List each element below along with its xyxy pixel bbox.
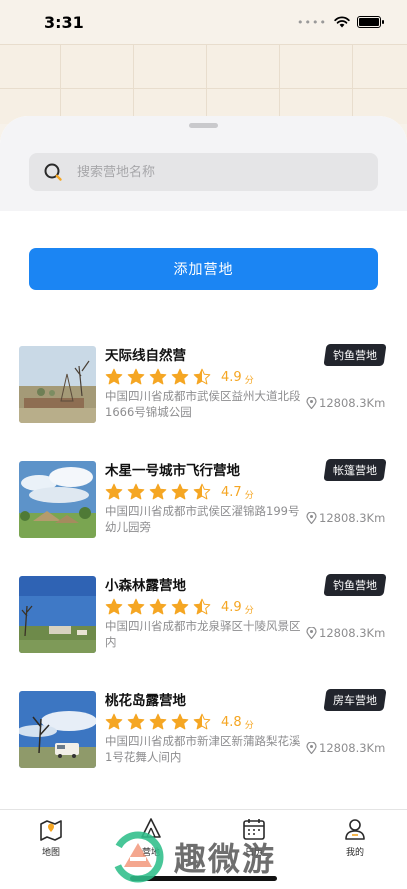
add-camp-button[interactable]: 添加营地 (29, 248, 378, 290)
rating-unit: 分 (244, 490, 254, 501)
watermark-text: 趣微游 (174, 840, 277, 878)
camp-item[interactable]: 木星一号城市飞行营地 帐篷营地 4.7 分 中国四川省成都市武侯区濯锦路199号… (0, 456, 407, 551)
star-icon (193, 713, 211, 730)
map-background[interactable] (0, 44, 407, 124)
camp-address: 中国四川省成都市武侯区濯锦路199号幼儿园旁 (105, 504, 300, 534)
star-icon (149, 598, 167, 615)
location-pin-icon (306, 397, 317, 409)
star-icon (105, 598, 123, 615)
status-icons: •••• (297, 15, 384, 29)
camp-type-tag-label: 钓鱼营地 (333, 349, 377, 362)
camp-name: 木星一号城市飞行营地 (105, 463, 240, 479)
camp-type-tag-label: 钓鱼营地 (333, 579, 377, 592)
watermark: 趣微游 (110, 829, 276, 885)
wifi-icon (334, 16, 350, 28)
signal-dots-icon: •••• (297, 15, 327, 29)
map-icon (40, 820, 62, 841)
star-icon (127, 598, 145, 615)
location-pin-icon (306, 627, 317, 639)
watermark-logo-icon (112, 831, 164, 883)
camp-distance-value: 12808.3Km (319, 741, 386, 755)
star-icon (127, 368, 145, 385)
bottom-sheet: 添加营地 天际线自然营 钓鱼营地 4.9 分 (0, 116, 407, 809)
star-icon (149, 713, 167, 730)
rating-row: 4.9 分 (105, 368, 254, 386)
star-icon (127, 483, 145, 500)
camp-name: 小森林露营地 (105, 578, 186, 594)
rating-unit: 分 (244, 605, 254, 616)
rating-row: 4.9 分 (105, 598, 254, 616)
camp-distance: 12808.3Km (306, 741, 385, 755)
camp-thumbnail (19, 576, 96, 653)
tab-profile[interactable]: 我的 (330, 816, 380, 858)
camp-address: 中国四川省成都市武侯区益州大道北段1666号锦城公园 (105, 389, 301, 419)
star-icon (105, 713, 123, 730)
location-pin-icon (306, 512, 317, 524)
camp-distance: 12808.3Km (306, 511, 385, 525)
star-icon (193, 368, 211, 385)
camp-type-tag: 钓鱼营地 (323, 344, 387, 366)
camp-item[interactable]: 天际线自然营 钓鱼营地 4.9 分 中国四川省成都市武侯区益州大道北段1666号… (0, 341, 407, 436)
rating-score: 4.7 (221, 484, 242, 500)
star-rating (105, 598, 211, 616)
status-time: 3:31 (44, 12, 84, 32)
camp-distance-value: 12808.3Km (319, 626, 386, 640)
star-icon (171, 598, 189, 615)
profile-icon (345, 819, 365, 840)
tab-label: 我的 (345, 848, 364, 858)
location-pin-icon (306, 742, 317, 754)
rating-score: 4.9 (221, 599, 242, 615)
camp-distance-value: 12808.3Km (319, 396, 386, 410)
camp-thumbnail (19, 346, 96, 423)
tab-map[interactable]: 地图 (26, 816, 76, 858)
camp-name: 桃花岛露营地 (105, 693, 186, 709)
rating-score: 4.8 (221, 714, 242, 730)
sheet-drag-handle[interactable] (189, 123, 218, 128)
star-icon (171, 713, 189, 730)
sheet-header (0, 116, 407, 211)
rating-unit: 分 (244, 375, 254, 386)
camp-type-tag: 房车营地 (323, 689, 387, 711)
star-icon (171, 483, 189, 500)
camp-item[interactable]: 桃花岛露营地 房车营地 4.8 分 中国四川省成都市新津区新蒲路梨花溪1号花舞人… (0, 686, 407, 781)
camp-type-tag-label: 帐篷营地 (333, 464, 377, 477)
rating-unit: 分 (244, 720, 254, 731)
camp-distance: 12808.3Km (306, 396, 385, 410)
star-rating (105, 368, 211, 386)
camp-distance-value: 12808.3Km (319, 511, 386, 525)
star-icon (105, 483, 123, 500)
star-icon (149, 368, 167, 385)
camp-name: 天际线自然营 (105, 348, 186, 364)
camp-thumbnail (19, 461, 96, 538)
rating-row: 4.8 分 (105, 713, 254, 731)
camp-type-tag: 钓鱼营地 (323, 574, 387, 596)
star-icon (171, 368, 189, 385)
camp-address: 中国四川省成都市新津区新蒲路梨花溪1号花舞人间内 (105, 734, 301, 764)
star-rating (105, 713, 211, 731)
camp-distance: 12808.3Km (306, 626, 385, 640)
star-rating (105, 483, 211, 501)
rating-row: 4.7 分 (105, 483, 254, 501)
tab-label: 地图 (41, 848, 60, 858)
camp-address: 中国四川省成都市龙泉驿区十陵风景区内 (105, 619, 301, 649)
camp-item[interactable]: 小森林露营地 钓鱼营地 4.9 分 中国四川省成都市龙泉驿区十陵风景区内 128… (0, 571, 407, 666)
search-input[interactable] (77, 164, 337, 180)
rating-score: 4.9 (221, 369, 242, 385)
star-icon (149, 483, 167, 500)
star-icon (127, 713, 145, 730)
star-icon (193, 483, 211, 500)
camp-type-tag: 帐篷营地 (323, 459, 387, 481)
camp-type-tag-label: 房车营地 (333, 694, 377, 707)
camp-thumbnail (19, 691, 96, 768)
status-bar: 3:31 •••• (0, 0, 407, 44)
search-icon (44, 163, 62, 181)
star-icon (105, 368, 123, 385)
star-icon (193, 598, 211, 615)
search-bar[interactable] (29, 153, 378, 191)
battery-icon (357, 16, 384, 28)
